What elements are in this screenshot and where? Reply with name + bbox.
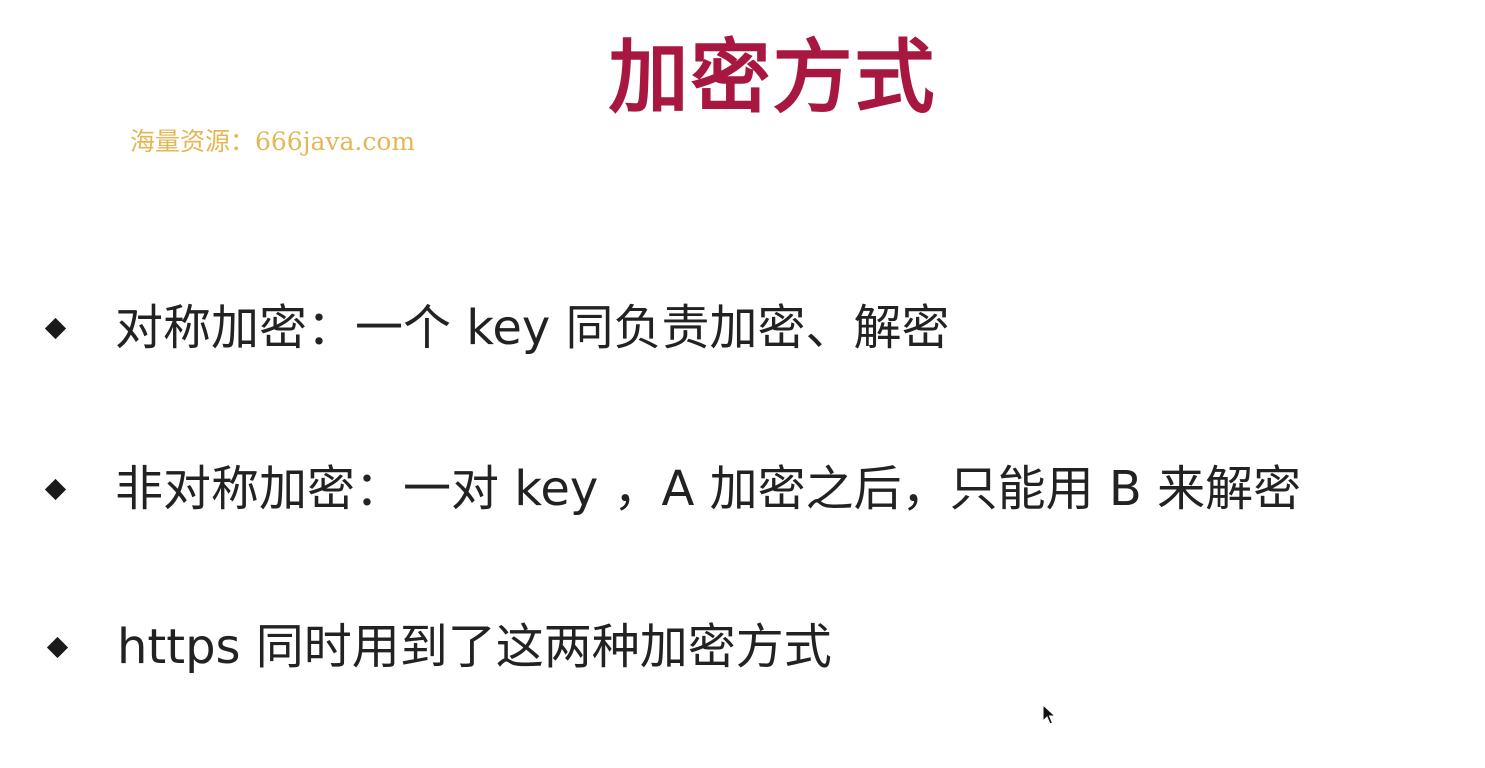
bullet-text: 非对称加密：一对 key ，A 加密之后，只能用 B 来解密 — [115, 461, 1302, 517]
bullet-item: 非对称加密：一对 key ，A 加密之后，只能用 B 来解密 — [44, 454, 1301, 524]
diamond-bullet-icon — [44, 478, 67, 500]
bullet-list: 对称加密：一个 key 同负责加密、解密 非对称加密：一对 key ，A 加密之… — [0, 0, 1485, 768]
bullet-item: https 同时用到了这两种加密方式 — [46, 612, 832, 682]
bullet-item: 对称加密：一个 key 同负责加密、解密 — [44, 293, 950, 363]
bullet-text: 对称加密：一个 key 同负责加密、解密 — [115, 300, 950, 356]
diamond-bullet-icon — [46, 636, 69, 658]
mouse-pointer-icon — [1042, 704, 1056, 725]
diamond-bullet-icon — [44, 317, 67, 339]
bullet-text: https 同时用到了这两种加密方式 — [117, 619, 832, 675]
slide: 加密方式 海量资源：666java.com 对称加密：一个 key 同负责加密、… — [0, 0, 1485, 768]
